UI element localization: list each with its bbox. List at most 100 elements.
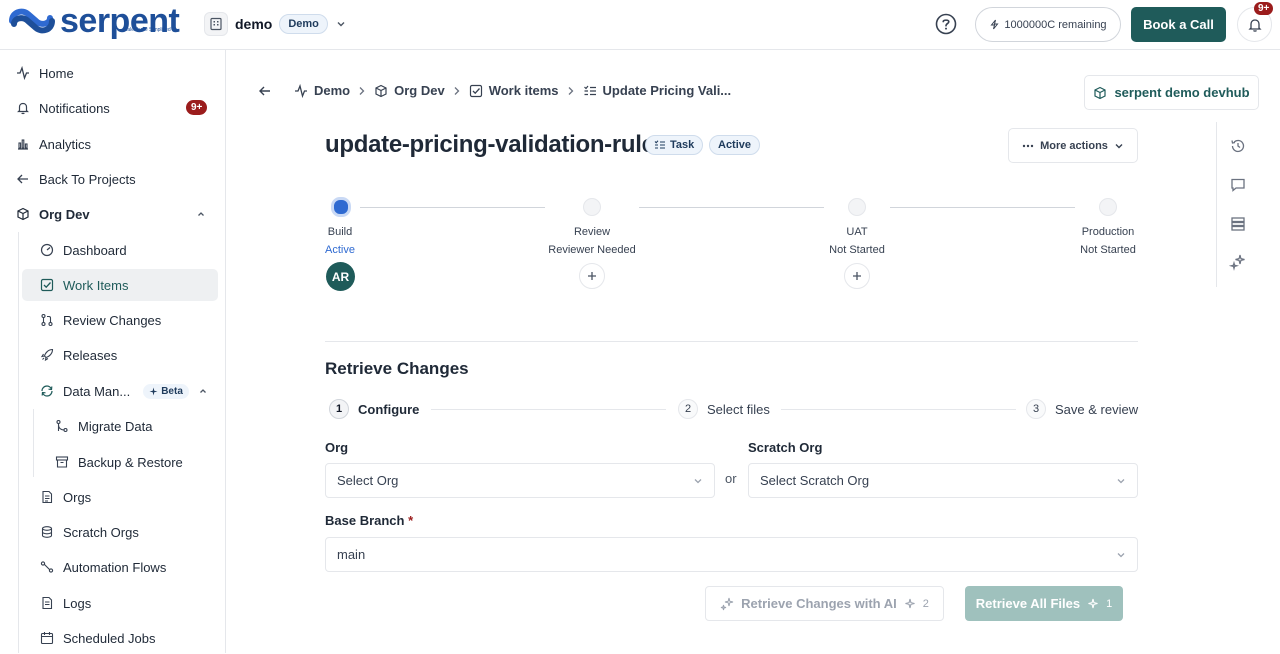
scratch-org-label: Scratch Org xyxy=(748,440,823,455)
add-reviewer-button[interactable] xyxy=(579,263,605,289)
sidebar-item-label: Org Dev xyxy=(39,206,90,222)
sidebar-item-releases[interactable]: Releases xyxy=(40,339,218,371)
history-icon[interactable] xyxy=(1229,137,1247,155)
sidebar-item-label: Back To Projects xyxy=(39,171,136,187)
bell-icon xyxy=(16,101,30,115)
sidebar-item-back-to-projects[interactable]: Back To Projects xyxy=(16,163,216,195)
stage-review-status: Reviewer Needed xyxy=(548,244,636,256)
add-uat-assignee-button[interactable] xyxy=(844,263,870,289)
stage-uat-dot[interactable] xyxy=(848,198,866,216)
retrieve-heading: Retrieve Changes xyxy=(325,359,469,378)
chevron-up-icon xyxy=(196,209,206,219)
book-call-button[interactable]: Book a Call xyxy=(1131,7,1226,42)
sidebar-item-orgs[interactable]: Orgs xyxy=(40,481,218,513)
chevron-right-icon xyxy=(567,86,575,96)
org-label: Org xyxy=(325,440,349,455)
devhub-button[interactable]: serpent demo devhub xyxy=(1084,75,1259,110)
more-actions-label: More actions xyxy=(1040,139,1108,152)
package-icon xyxy=(16,207,30,221)
breadcrumb-demo[interactable]: Demo xyxy=(294,83,350,98)
sidebar-item-label: Automation Flows xyxy=(63,559,167,575)
org-select[interactable]: Select Org xyxy=(325,463,715,498)
step-label: Select files xyxy=(707,401,770,417)
retrieve-with-ai-label: Retrieve Changes with AI xyxy=(741,596,897,611)
sidebar-item-home[interactable]: Home xyxy=(16,57,216,89)
scratch-org-select-value: Select Scratch Org xyxy=(760,473,870,488)
sidebar-item-label: Backup & Restore xyxy=(78,454,183,470)
check-square-icon xyxy=(469,84,483,98)
nav-guide-line xyxy=(18,232,19,653)
base-branch-value: main xyxy=(337,547,366,562)
gauge-icon xyxy=(40,243,54,257)
sidebar-item-migrate-data[interactable]: Migrate Data xyxy=(55,410,218,442)
sidebar-item-label: Orgs xyxy=(63,489,92,505)
sidebar-item-backup-restore[interactable]: Backup & Restore xyxy=(55,446,218,478)
help-icon[interactable] xyxy=(935,13,957,35)
sidebar-item-scheduled-jobs[interactable]: Scheduled Jobs xyxy=(40,622,218,654)
sidebar-item-scratch-orgs[interactable]: Scratch Orgs xyxy=(40,516,218,548)
building-icon xyxy=(204,12,228,36)
sidebar-item-review-changes[interactable]: Review Changes xyxy=(40,304,218,336)
sidebar-item-label: Analytics xyxy=(39,136,92,152)
workspace-switcher[interactable]: demo Demo xyxy=(204,12,347,36)
avatar[interactable]: AR xyxy=(326,262,355,291)
brand-tagline: Salesforce Simplified xyxy=(124,27,171,33)
step-configure[interactable]: 1 Configure xyxy=(329,399,419,419)
breadcrumb-org-dev[interactable]: Org Dev xyxy=(374,83,445,98)
sidebar-item-automation-flows[interactable]: Automation Flows xyxy=(40,551,218,583)
stage-build-dot[interactable] xyxy=(331,197,351,217)
stage-build-status: Active xyxy=(325,244,355,256)
chevron-down-icon xyxy=(335,18,347,30)
more-actions-button[interactable]: More actions xyxy=(1008,128,1138,163)
type-badge: Task xyxy=(645,135,704,155)
stage-production-dot[interactable] xyxy=(1099,198,1117,216)
sidebar-item-label: Data Man... xyxy=(63,383,131,399)
main-content: Demo Org Dev Work items Update Pricing V… xyxy=(226,50,1259,653)
sidebar-item-label: Dashboard xyxy=(63,242,127,258)
list-checks-icon xyxy=(654,139,666,151)
rocket-icon xyxy=(40,348,54,362)
nav-sub-guide-line xyxy=(33,409,34,477)
sidebar-item-label: Releases xyxy=(63,347,118,363)
calendar-icon xyxy=(40,631,54,645)
sidebar-item-work-items[interactable]: Work Items xyxy=(22,269,218,301)
sparkles-icon xyxy=(720,597,734,611)
chevron-right-icon xyxy=(453,86,461,96)
sidebar-item-label: Scratch Orgs xyxy=(63,524,139,540)
sidebar-item-data-management[interactable]: Data Man... Beta xyxy=(40,375,218,407)
workflow-icon xyxy=(40,560,54,574)
scratch-org-select[interactable]: Select Scratch Org xyxy=(748,463,1138,498)
back-arrow-icon[interactable] xyxy=(258,84,272,98)
plus-icon xyxy=(587,271,597,281)
sparkles-icon[interactable] xyxy=(1229,253,1247,271)
credit-icon xyxy=(1087,598,1099,610)
stage-review-dot[interactable] xyxy=(583,198,601,216)
chevron-right-icon xyxy=(358,86,366,96)
type-label: Task xyxy=(670,139,695,151)
step-save-review[interactable]: 3 Save & review xyxy=(1026,399,1138,419)
stage-uat-label: UAT xyxy=(846,226,868,238)
step-number: 2 xyxy=(678,399,698,419)
sidebar-item-analytics[interactable]: Analytics xyxy=(16,128,216,160)
serpent-logo-icon xyxy=(9,8,55,34)
base-branch-select[interactable]: main xyxy=(325,537,1138,572)
breadcrumb-work-items[interactable]: Work items xyxy=(469,83,559,98)
stage-connector xyxy=(360,207,545,208)
retrieve-all-files-button[interactable]: Retrieve All Files 1 xyxy=(965,586,1123,621)
sparkle-icon xyxy=(149,387,158,396)
org-select-value: Select Org xyxy=(337,473,399,488)
credits-remaining[interactable]: 1000000C remaining xyxy=(975,7,1121,42)
chevron-down-icon xyxy=(693,476,703,486)
sidebar-item-label: Review Changes xyxy=(63,312,162,328)
step-number: 3 xyxy=(1026,399,1046,419)
stage-production-label: Production xyxy=(1081,226,1135,238)
sidebar-item-org-dev[interactable]: Org Dev xyxy=(16,198,216,230)
layers-icon[interactable] xyxy=(1229,215,1247,233)
bell-icon xyxy=(1247,17,1263,33)
step-select-files[interactable]: 2 Select files xyxy=(678,399,770,419)
sidebar-item-logs[interactable]: Logs xyxy=(40,587,218,619)
sidebar-item-dashboard[interactable]: Dashboard xyxy=(40,234,218,266)
check-square-icon xyxy=(40,278,54,292)
comment-icon[interactable] xyxy=(1229,176,1247,194)
retrieve-with-ai-button[interactable]: Retrieve Changes with AI 2 xyxy=(705,586,944,621)
